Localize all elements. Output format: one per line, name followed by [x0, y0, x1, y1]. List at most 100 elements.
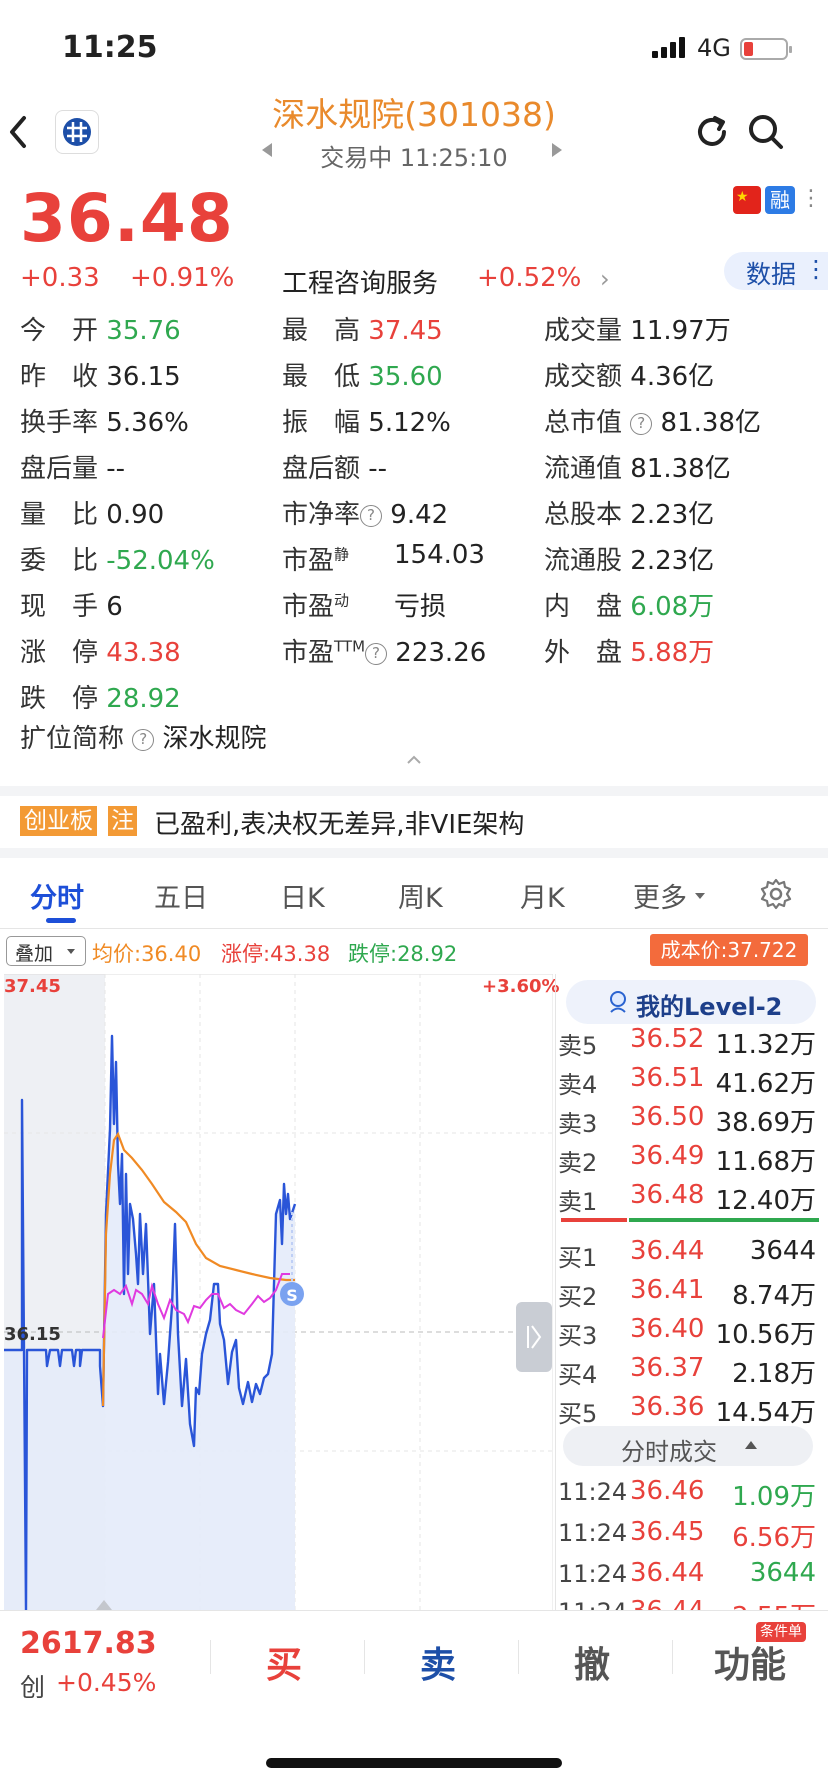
trades-title: 分时成交: [621, 1438, 717, 1466]
stat-ext-name-value: 深水规院: [162, 724, 267, 754]
ask3-label: 卖3: [558, 1110, 598, 1138]
stat-pe-ttm-label: 市盈: [282, 638, 335, 668]
stat-volume-label: 成交量: [544, 316, 623, 346]
condition-order-badge: 条件单: [756, 1622, 806, 1642]
settings-gear-icon[interactable]: [758, 876, 794, 912]
industry-name[interactable]: 工程咨询服务: [282, 263, 438, 300]
stat-wr-value: -52.04%: [106, 546, 215, 576]
stat-prev-value: 36.15: [106, 362, 181, 392]
function-button[interactable]: 功能: [714, 1636, 786, 1688]
stat-amount-value: 4.36亿: [630, 362, 715, 392]
stat-cur-hand-label: 现 手: [20, 592, 99, 622]
chart-prev-close: 36.15: [4, 1324, 61, 1345]
stat-high: 最 高 37.45: [282, 310, 443, 347]
stat-after-hours-amount: 盘后额 --: [282, 448, 387, 485]
stat-pe-static: 市盈静: [282, 540, 349, 577]
tab-more[interactable]: 更多: [633, 876, 687, 915]
trade-time: 11:24: [558, 1478, 628, 1506]
data-button-label: 数据: [746, 260, 797, 289]
tab-active-indicator: [46, 918, 76, 923]
search-icon[interactable]: [746, 112, 786, 152]
stat-amplitude: 振 幅 5.12%: [282, 402, 451, 439]
ask5-price: 36.52: [630, 1024, 705, 1054]
stat-amplitude-value: 5.12%: [368, 408, 451, 438]
stat-pe-ttm: 市盈TTM? 223.26: [282, 632, 486, 669]
trades-toggle[interactable]: 分时成交: [563, 1426, 813, 1466]
level2-button[interactable]: 我的Level-2: [566, 980, 816, 1024]
help-icon[interactable]: ?: [630, 413, 653, 435]
tab-five-day[interactable]: 五日: [154, 876, 208, 915]
collapse-chevron-icon[interactable]: [404, 752, 424, 766]
stat-cur-hand-value: 6: [106, 592, 123, 622]
stat-wr-label: 委 比: [20, 546, 99, 576]
tab-monthly-k[interactable]: 月K: [520, 876, 565, 915]
trade-row-clipped: 11:24 36.44 2.55万: [555, 1596, 828, 1610]
ask2-label: 卖2: [558, 1149, 598, 1177]
bid1-vol: 3644: [749, 1236, 816, 1266]
trade-time: 11:24: [558, 1560, 628, 1588]
divider: [0, 786, 828, 796]
stat-turnover-value: 5.36%: [106, 408, 189, 438]
stat-limit-down-value: 28.92: [106, 684, 181, 714]
stat-amount-label: 成交额: [544, 362, 623, 392]
bid2-label: 买2: [558, 1283, 598, 1311]
ask1-label: 卖1: [558, 1188, 598, 1216]
margin-badge: 融: [765, 186, 795, 214]
notice-text: 已盈利,表决权无差异,非VIE架构: [154, 810, 525, 840]
stat-shares-value: 2.23亿: [630, 500, 715, 530]
svg-text:S: S: [286, 1286, 298, 1305]
stat-float-shares: 流通股 2.23亿: [544, 540, 714, 577]
bid5-label: 买5: [558, 1400, 598, 1428]
intraday-chart[interactable]: S: [0, 974, 553, 1610]
divider: [672, 1640, 673, 1674]
stat-low-value: 35.60: [368, 362, 443, 392]
industry-chevron-icon[interactable]: ›: [600, 265, 610, 293]
intraday-chart-svg: S: [4, 974, 553, 1610]
stat-turnover-label: 换手率: [20, 408, 99, 438]
trade-vol: 2.55万: [732, 1596, 816, 1610]
bid1-label: 买1: [558, 1244, 598, 1272]
overlay-button[interactable]: 叠加: [6, 936, 86, 966]
tab-daily-k[interactable]: 日K: [280, 876, 325, 915]
stat-pe-dyn-value: 亏损: [394, 592, 447, 622]
bid1-price: 36.44: [630, 1236, 705, 1266]
stat-float-cap: 流通值 81.38亿: [544, 448, 731, 485]
stat-market-cap-value: 81.38亿: [660, 408, 761, 438]
level2-title: 我的Level-2: [636, 993, 783, 1021]
ask5-label: 卖5: [558, 1032, 598, 1060]
refresh-icon[interactable]: [692, 112, 732, 152]
stat-extended-name: 扩位简称 ? 深水规院: [20, 718, 267, 755]
chart-limit-down: 跌停:28.92: [348, 942, 458, 966]
divider: [364, 1640, 365, 1674]
ask1-price: 36.48: [630, 1180, 705, 1210]
stat-limit-up-label: 涨 停: [20, 638, 99, 668]
help-icon[interactable]: ?: [360, 505, 383, 527]
buy-button[interactable]: 买: [266, 1636, 302, 1688]
index-value[interactable]: 2617.83: [20, 1626, 157, 1661]
stat-current-hand: 现 手 6: [20, 586, 123, 623]
current-price: 36.48: [20, 180, 234, 257]
help-icon[interactable]: ?: [132, 729, 155, 751]
cancel-button[interactable]: 撤: [574, 1636, 610, 1688]
trade-price: 36.44: [630, 1558, 705, 1588]
badge-more-icon[interactable]: ⋮: [800, 186, 822, 211]
tab-intraday[interactable]: 分时: [30, 876, 84, 915]
china-flag-icon: ★: [733, 186, 761, 214]
ask4-label: 卖4: [558, 1071, 598, 1099]
stat-pe-static-value: 154.03: [394, 540, 485, 570]
help-icon[interactable]: ?: [365, 643, 388, 665]
stat-outer-label: 外 盘: [544, 638, 623, 668]
data-button[interactable]: 数据 ⋮: [724, 252, 828, 290]
trades-collapse-icon: [745, 1441, 757, 1449]
avg-price: 均价:36.40: [92, 942, 202, 966]
stat-open-value: 35.76: [106, 316, 181, 346]
tab-weekly-k[interactable]: 周K: [398, 876, 443, 915]
stat-float-shares-label: 流通股: [544, 546, 623, 576]
next-stock-icon[interactable]: [552, 143, 562, 157]
cost-price-badge[interactable]: 成本价:37.722: [650, 934, 808, 966]
more-dropdown-icon: [695, 893, 705, 899]
trade-price: 36.44: [630, 1596, 704, 1610]
stat-inner-label: 内 盘: [544, 592, 623, 622]
battery-icon: [740, 38, 792, 60]
sell-button[interactable]: 卖: [420, 1636, 456, 1688]
